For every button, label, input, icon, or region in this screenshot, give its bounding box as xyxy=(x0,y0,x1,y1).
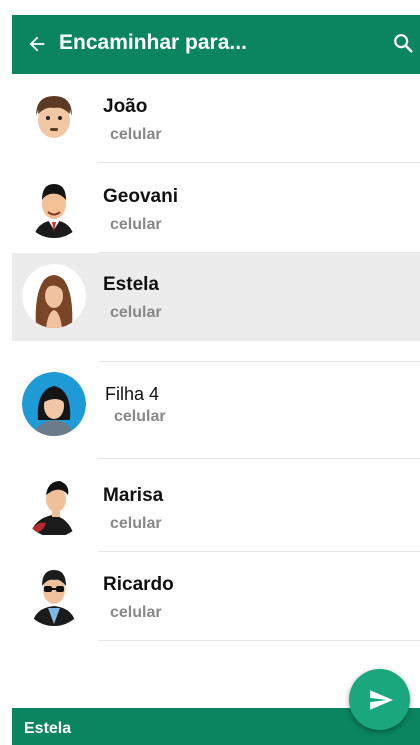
avatar xyxy=(22,264,86,328)
page-title: Encaminhar para... xyxy=(59,31,247,54)
arrow-left-icon[interactable] xyxy=(26,33,48,55)
contact-item-joao[interactable]: João celular xyxy=(12,74,420,164)
contact-item-marisa[interactable]: Marisa celular xyxy=(12,459,420,552)
selected-contacts-label: Estela xyxy=(24,720,72,737)
send-icon xyxy=(370,690,393,710)
avatar xyxy=(22,86,86,150)
contact-name: Marisa xyxy=(103,485,164,506)
contact-item-estela[interactable]: Estela celular xyxy=(12,253,420,341)
contact-subtitle: celular xyxy=(110,126,162,143)
avatar xyxy=(22,562,86,626)
divider xyxy=(98,162,420,163)
send-button[interactable] xyxy=(349,669,410,730)
contact-name: Geovani xyxy=(103,186,178,207)
search-icon[interactable] xyxy=(392,32,414,54)
avatar xyxy=(22,372,86,436)
contact-name: João xyxy=(103,96,148,117)
contact-name: Ricardo xyxy=(103,574,174,595)
contact-item-geovani[interactable]: Geovani celular xyxy=(12,164,420,254)
contact-subtitle: celular xyxy=(110,515,162,532)
contact-item-filha-4[interactable]: Filha 4 celular xyxy=(12,362,420,459)
divider xyxy=(98,640,420,641)
contact-subtitle: celular xyxy=(110,216,162,233)
contact-name: Estela xyxy=(103,274,159,295)
contact-subtitle: celular xyxy=(110,604,162,621)
contact-subtitle: celular xyxy=(114,408,166,425)
contact-subtitle: celular xyxy=(110,304,162,321)
app-header: Encaminhar para... xyxy=(12,15,420,74)
contact-name: Filha 4 xyxy=(105,384,160,404)
avatar xyxy=(22,473,86,537)
avatar xyxy=(22,174,86,238)
contact-item-ricardo[interactable]: Ricardo celular xyxy=(12,552,420,642)
